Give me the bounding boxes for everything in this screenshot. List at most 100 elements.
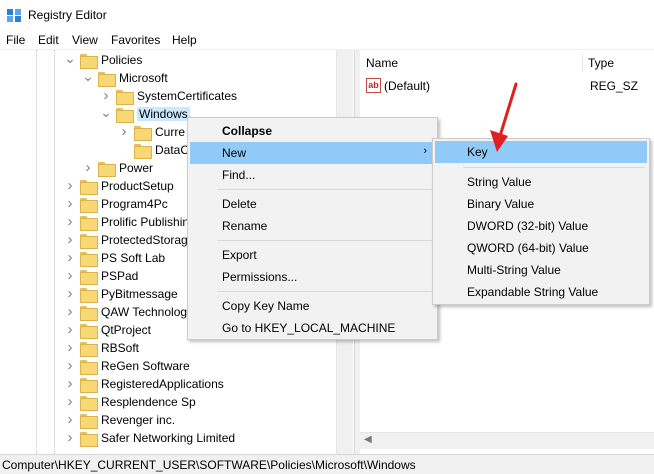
value-type: REG_SZ xyxy=(590,79,639,93)
folder-icon xyxy=(80,288,98,303)
context-menu-item[interactable]: Export xyxy=(190,244,435,266)
new-submenu-item[interactable]: Binary Value xyxy=(435,193,647,215)
folder-icon xyxy=(80,54,98,69)
chevron-right-icon[interactable]: › xyxy=(100,88,112,103)
folder-icon xyxy=(80,216,98,231)
tree-guide-line xyxy=(54,50,55,454)
context-menu-item-label: Find... xyxy=(222,168,256,182)
folder-icon xyxy=(80,270,98,285)
menu-separator xyxy=(218,240,433,241)
chevron-down-icon[interactable]: ⌄ xyxy=(64,51,76,67)
chevron-right-icon[interactable]: › xyxy=(64,178,76,193)
folder-icon xyxy=(80,180,98,195)
chevron-right-icon[interactable]: › xyxy=(64,250,76,265)
new-submenu-item-label: Binary Value xyxy=(467,197,535,211)
tree-item[interactable]: › Safer Networking Limited xyxy=(64,430,340,448)
red-arrow-annotation xyxy=(490,82,518,152)
tree-item-label: PSPad xyxy=(101,269,139,283)
chevron-right-icon[interactable]: › xyxy=(64,232,76,247)
context-menu-item[interactable]: Delete xyxy=(190,193,435,215)
tree-item-label: QAW Technolog xyxy=(101,305,188,319)
new-submenu-item[interactable]: Expandable String Value xyxy=(435,281,647,303)
folder-icon xyxy=(80,234,98,249)
chevron-right-icon[interactable]: › xyxy=(64,358,76,373)
scroll-left-icon[interactable]: ◀ xyxy=(364,434,372,445)
chevron-right-icon[interactable]: › xyxy=(64,340,76,355)
chevron-right-icon[interactable]: › xyxy=(64,214,76,229)
menu-help[interactable]: Help xyxy=(172,33,197,47)
menu-view[interactable]: View xyxy=(72,33,98,47)
context-menu-item[interactable]: Go to HKEY_LOCAL_MACHINE xyxy=(190,317,435,339)
context-menu-item[interactable]: Find... xyxy=(190,164,435,186)
chevron-right-icon[interactable]: › xyxy=(118,124,130,139)
chevron-right-icon[interactable]: › xyxy=(64,376,76,391)
tree-item-label: Policies xyxy=(101,53,143,67)
context-menu-item-label: Permissions... xyxy=(222,270,298,284)
context-menu-item-label: Rename xyxy=(222,219,268,233)
chevron-right-icon[interactable]: › xyxy=(64,394,76,409)
title-bar: Registry Editor xyxy=(0,0,654,30)
new-submenu-item[interactable]: Key xyxy=(435,141,647,163)
tree-item-label: Windows xyxy=(137,107,190,121)
tree-item[interactable]: ⌄ Microsoft xyxy=(82,69,340,88)
column-header-type[interactable]: Type xyxy=(588,56,614,70)
context-menu-item[interactable]: Permissions... xyxy=(190,266,435,288)
tree-item[interactable]: › SystemCertificates xyxy=(100,88,340,106)
chevron-right-icon[interactable]: › xyxy=(64,322,76,337)
values-horizontal-scrollbar[interactable]: ◀ xyxy=(360,432,654,449)
folder-icon xyxy=(134,144,152,159)
context-menu-item[interactable]: New › xyxy=(190,142,435,164)
new-submenu-item[interactable]: QWORD (64-bit) Value xyxy=(435,237,647,259)
column-header-name[interactable]: Name xyxy=(366,56,398,70)
context-menu-item[interactable]: Collapse xyxy=(190,120,435,142)
context-menu-item-label: Export xyxy=(222,248,257,262)
tree-item-label: Revenger inc. xyxy=(101,413,176,427)
context-menu: Collapse New › Find... Delete Rename Export Per… xyxy=(187,117,438,340)
folder-icon xyxy=(80,342,98,357)
folder-icon xyxy=(80,396,98,411)
tree-item-label: RBSoft xyxy=(101,341,140,355)
menu-favorites[interactable]: Favorites xyxy=(111,33,160,47)
tree-item[interactable]: › ReGen Software xyxy=(64,358,340,376)
new-submenu-item-label: DWORD (32-bit) Value xyxy=(467,219,589,233)
tree-item[interactable]: › RBSoft xyxy=(64,340,340,358)
new-submenu-item[interactable]: String Value xyxy=(435,171,647,193)
chevron-down-icon[interactable]: ⌄ xyxy=(100,105,112,121)
menu-file[interactable]: File xyxy=(6,33,25,47)
chevron-right-icon[interactable]: › xyxy=(64,304,76,319)
tree-item-label: Microsoft xyxy=(119,71,168,85)
new-submenu-item[interactable]: Multi-String Value xyxy=(435,259,647,281)
context-menu-item[interactable]: Rename xyxy=(190,215,435,237)
menu-separator xyxy=(218,291,433,292)
context-menu-item-label: Delete xyxy=(222,197,257,211)
context-menu-item-label: Collapse xyxy=(222,124,273,138)
key-path: Computer\HKEY_CURRENT_USER\SOFTWARE\Poli… xyxy=(2,458,416,472)
tree-item[interactable]: ⌄ Policies xyxy=(64,51,340,70)
tree-item-label: SystemCertificates xyxy=(137,89,238,103)
tree-item-label: PS Soft Lab xyxy=(101,251,166,265)
tree-item[interactable]: › Resplendence Sp xyxy=(64,394,340,412)
tree-item-label: Safer Networking Limited xyxy=(101,431,236,445)
tree-item-label: PyBitmessage xyxy=(101,287,178,301)
new-submenu-item[interactable]: DWORD (32-bit) Value xyxy=(435,215,647,237)
column-separator[interactable] xyxy=(582,54,583,72)
tree-item-label: Program4Pc xyxy=(101,197,168,211)
folder-icon xyxy=(80,360,98,375)
chevron-right-icon[interactable]: › xyxy=(64,196,76,211)
context-menu-item-label: New xyxy=(222,146,247,160)
new-submenu-item-label: Multi-String Value xyxy=(467,263,561,277)
tree-item[interactable]: › RegisteredApplications xyxy=(64,376,340,394)
tree-item-label: ReGen Software xyxy=(101,359,190,373)
chevron-down-icon[interactable]: ⌄ xyxy=(82,69,94,85)
chevron-right-icon[interactable]: › xyxy=(64,412,76,427)
chevron-right-icon[interactable]: › xyxy=(82,160,94,175)
menu-edit[interactable]: Edit xyxy=(38,33,59,47)
chevron-right-icon[interactable]: › xyxy=(64,268,76,283)
chevron-right-icon[interactable]: › xyxy=(64,286,76,301)
chevron-right-icon[interactable]: › xyxy=(64,430,76,445)
folder-icon xyxy=(80,324,98,339)
folder-icon xyxy=(134,126,152,141)
context-menu-item[interactable]: Copy Key Name xyxy=(190,295,435,317)
new-submenu-item-label: QWORD (64-bit) Value xyxy=(467,241,589,255)
tree-item[interactable]: › Revenger inc. xyxy=(64,412,340,430)
